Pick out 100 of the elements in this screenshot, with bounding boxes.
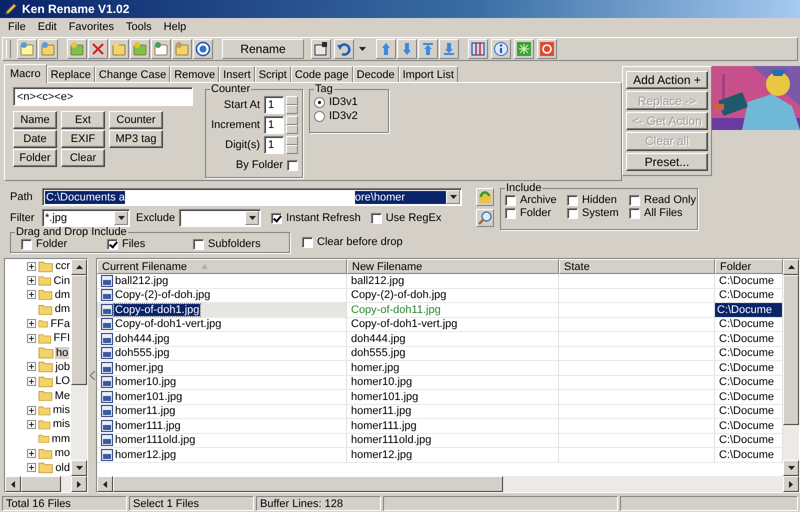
column-header[interactable]: New Filename	[347, 259, 559, 274]
table-cell[interactable]: homer101.jpg	[114, 390, 184, 403]
scrollbar[interactable]	[783, 259, 799, 476]
macro-button[interactable]: EXIF	[61, 130, 105, 148]
table-cell[interactable]: homer.jpg	[114, 362, 164, 374]
tree-item[interactable]: mm	[50, 432, 71, 445]
tab[interactable]: Code page	[290, 66, 353, 82]
tab[interactable]: Remove	[170, 66, 220, 82]
tree-item[interactable]: job	[54, 360, 71, 373]
table-cell[interactable]: homer12.jpg	[114, 448, 178, 461]
checkbox[interactable]	[567, 208, 578, 218]
tree-item[interactable]: Cin	[52, 274, 71, 287]
scroll-button[interactable]	[71, 460, 87, 476]
toolbar-button[interactable]	[468, 39, 488, 59]
scroll-thumb[interactable]	[113, 476, 503, 492]
toolbar-button[interactable]	[193, 39, 213, 59]
radio-button[interactable]	[314, 110, 325, 122]
spin-button[interactable]	[286, 136, 298, 145]
table-cell[interactable]: Copy-of-doh1.jpg	[114, 304, 200, 316]
tab[interactable]: Macro	[4, 64, 47, 83]
checkbox[interactable]	[302, 236, 313, 248]
checkbox[interactable]	[107, 238, 118, 250]
expand-icon[interactable]	[27, 276, 36, 286]
scroll-button[interactable]	[71, 259, 87, 275]
rename-button[interactable]: Rename	[222, 39, 304, 59]
spin-button[interactable]	[286, 96, 298, 105]
scrollbar[interactable]	[71, 259, 87, 476]
macro-button[interactable]: Counter	[109, 111, 163, 129]
checkbox[interactable]	[21, 238, 32, 250]
expand-icon[interactable]	[27, 376, 36, 386]
tree-item[interactable]: ho	[55, 346, 70, 359]
macro-button[interactable]: MP3 tag	[109, 130, 163, 148]
table-cell[interactable]: Copy-of-doh1-vert.jpg	[114, 318, 222, 330]
table-cell[interactable]: homer10.jpg	[114, 376, 178, 388]
tree-item[interactable]: old	[54, 462, 71, 474]
table-cell[interactable]: homer111.jpg	[114, 420, 182, 432]
macro-button[interactable]: Date	[13, 130, 57, 148]
expand-icon[interactable]	[27, 420, 36, 429]
scroll-button[interactable]	[783, 476, 799, 492]
tab[interactable]: Insert	[219, 66, 255, 82]
filter-field[interactable]: *.jpg	[42, 209, 130, 227]
scroll-button[interactable]	[783, 259, 799, 275]
tree-item[interactable]: LO	[54, 375, 71, 388]
expand-icon[interactable]	[27, 362, 36, 372]
table-cell[interactable]: Copy-(2)-of-doh.jpg	[114, 289, 212, 302]
tree-item[interactable]: Me	[54, 390, 71, 402]
expand-icon[interactable]	[27, 319, 36, 328]
tree-item[interactable]: mo	[54, 447, 71, 460]
column-header[interactable]: Folder	[715, 259, 783, 274]
tree-item[interactable]: FFI	[52, 332, 71, 344]
menu-item[interactable]: Help	[158, 20, 192, 34]
scroll-button[interactable]	[5, 476, 21, 492]
scroll-button[interactable]	[71, 476, 87, 492]
macro-button[interactable]: Clear	[61, 149, 105, 167]
tree-item[interactable]: mis	[52, 404, 71, 416]
tab[interactable]: Script	[254, 66, 291, 82]
radio-button[interactable]	[314, 96, 325, 108]
macro-button[interactable]: Ext	[61, 111, 105, 129]
tree-item[interactable]: mis	[52, 418, 71, 430]
checkbox[interactable]	[505, 208, 516, 218]
expand-icon[interactable]	[27, 290, 36, 300]
path-field[interactable]: C:\Documents a ore\homer	[42, 188, 462, 206]
toolbar-button[interactable]	[311, 39, 331, 59]
tree-item[interactable]: dm	[54, 288, 71, 301]
checkbox[interactable]	[505, 194, 516, 206]
toolbar-button[interactable]	[334, 39, 354, 59]
tree-item[interactable]: ccr	[54, 260, 71, 272]
scroll-thumb[interactable]	[783, 275, 799, 425]
checkbox[interactable]	[629, 208, 640, 218]
menu-item[interactable]: Tools	[120, 20, 158, 34]
tree-item[interactable]: FFa	[49, 318, 71, 330]
scroll-button[interactable]	[783, 460, 799, 476]
menu-item[interactable]: Edit	[32, 20, 63, 34]
table-cell[interactable]: doh444.jpg	[114, 332, 170, 345]
toolbar-button[interactable]	[491, 39, 511, 59]
tab[interactable]: Replace	[46, 66, 95, 82]
tab[interactable]: Decode	[352, 66, 399, 82]
tree-item[interactable]: dm	[54, 303, 71, 316]
spin-button[interactable]	[286, 145, 298, 154]
macro-button[interactable]: Name	[13, 111, 57, 129]
column-header[interactable]: State	[559, 259, 715, 274]
macro-button[interactable]: Folder	[13, 149, 57, 167]
spin-button[interactable]	[286, 105, 298, 114]
macro-field[interactable]: <n><c><e>	[13, 87, 193, 106]
expand-icon[interactable]	[27, 463, 36, 472]
scrollbar[interactable]	[5, 476, 87, 492]
number-field[interactable]: 1	[264, 116, 284, 134]
spin-button[interactable]	[286, 125, 298, 134]
exclude-field[interactable]	[179, 209, 262, 227]
action-button[interactable]: Preset...	[626, 152, 708, 172]
checkbox[interactable]	[193, 238, 204, 250]
checkbox[interactable]	[629, 194, 640, 206]
expand-icon[interactable]	[27, 262, 36, 271]
table-cell[interactable]: ball212.jpg	[114, 274, 170, 287]
table-cell[interactable]: homer111old.jpg	[114, 434, 196, 446]
column-header[interactable]: Current Filename	[97, 259, 347, 274]
scrollbar[interactable]	[97, 476, 799, 492]
expand-icon[interactable]	[27, 406, 36, 415]
table-cell[interactable]: homer11.jpg	[114, 405, 176, 418]
action-button[interactable]: Add Action +	[626, 71, 708, 90]
